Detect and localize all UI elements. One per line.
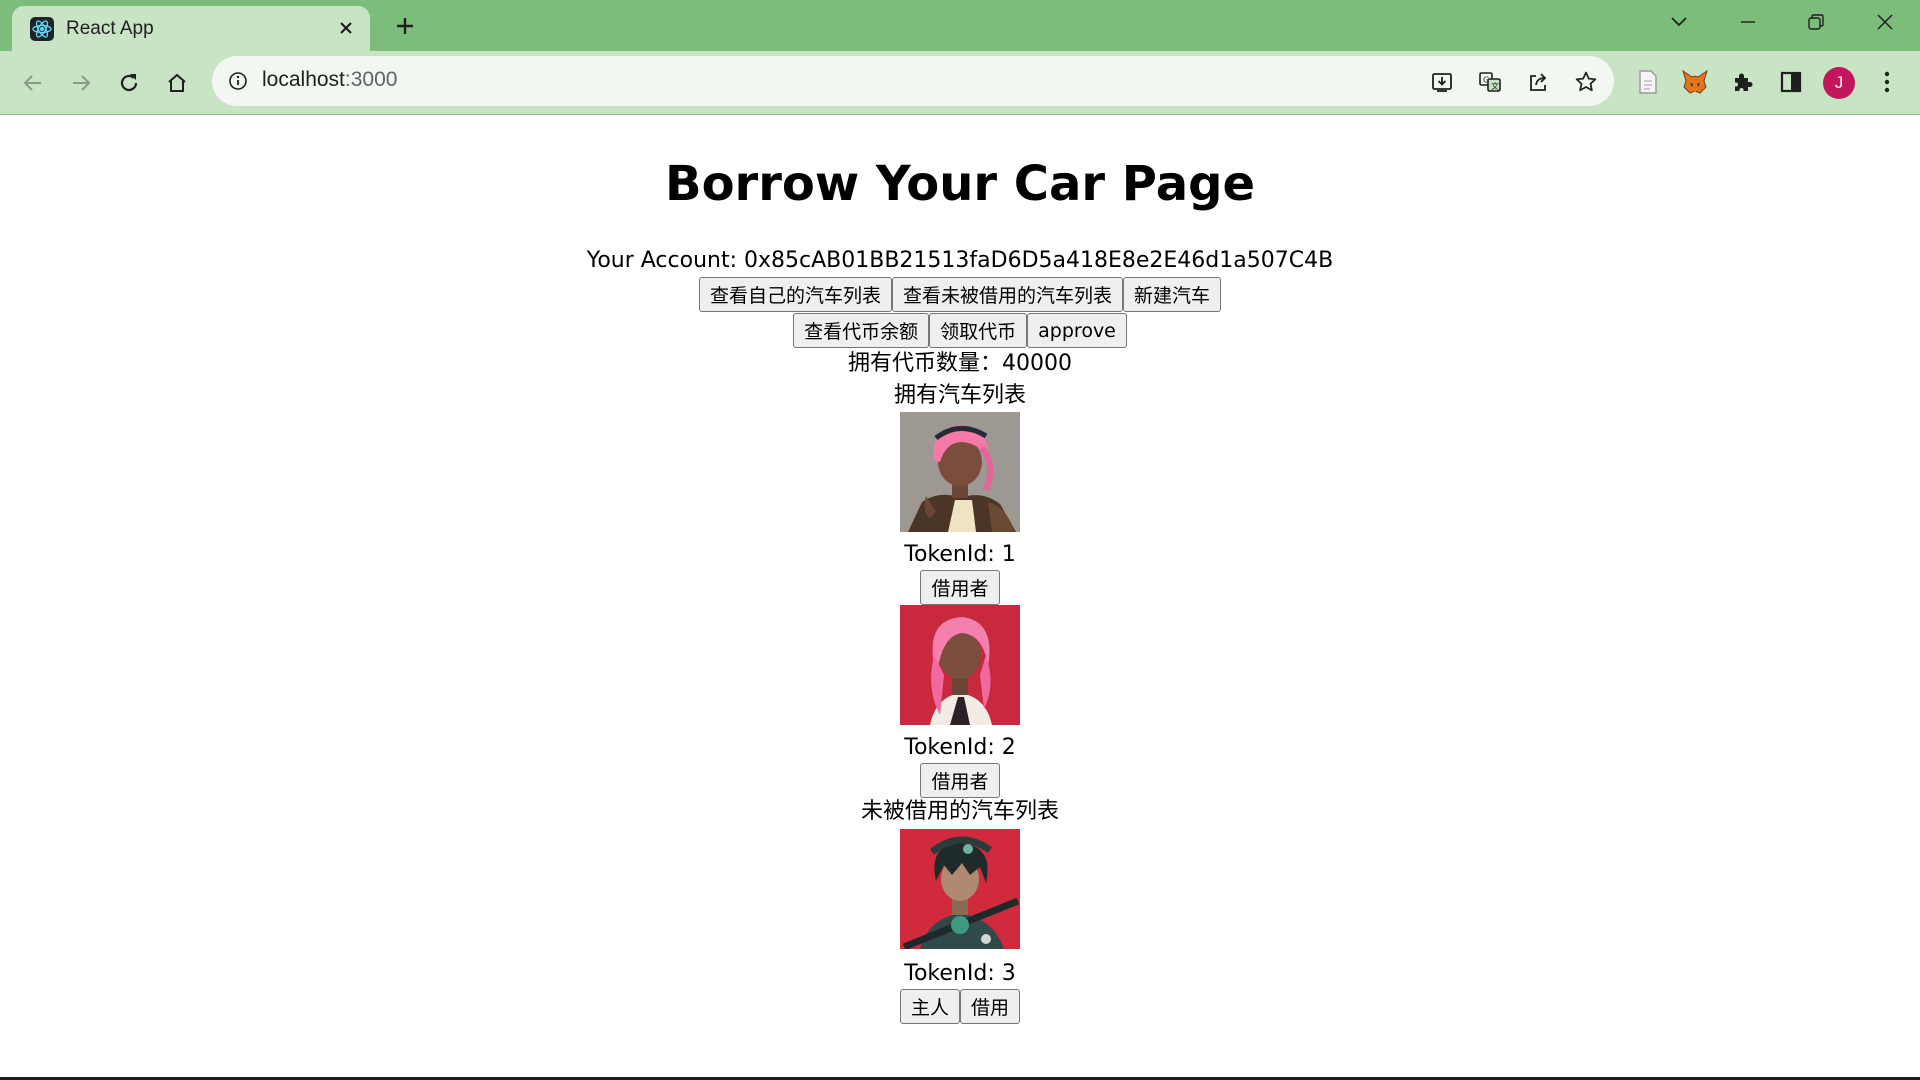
new-car-button[interactable]: 新建汽车: [1123, 277, 1222, 312]
view-my-cars-button[interactable]: 查看自己的汽车列表: [698, 277, 892, 312]
profile-avatar[interactable]: J: [1823, 67, 1855, 99]
car-image-2: [900, 605, 1020, 725]
kebab-menu-icon[interactable]: [1871, 66, 1903, 98]
page-content: Borrow Your Car Page Your Account: 0x85c…: [0, 116, 1920, 1078]
car-3-owner-button[interactable]: 主人: [899, 989, 960, 1024]
tab-search-chevron-icon[interactable]: [1654, 6, 1704, 38]
bookmark-star-icon[interactable]: [1572, 68, 1600, 96]
car-2-actions: 借用者: [0, 763, 1920, 798]
close-tab-icon[interactable]: [332, 14, 360, 42]
page-title: Borrow Your Car Page: [664, 156, 1255, 212]
browser-tab[interactable]: React App: [12, 6, 370, 51]
new-tab-plus-icon[interactable]: [389, 10, 421, 42]
car-1-borrower-button[interactable]: 借用者: [920, 570, 1000, 605]
car-2-token-id: TokenId: 2: [904, 735, 1016, 760]
url-host: localhost: [262, 68, 345, 91]
close-window-icon[interactable]: [1860, 6, 1910, 38]
minimize-icon[interactable]: [1723, 6, 1773, 38]
car-1-actions: 借用者: [0, 570, 1920, 605]
available-cars-title: 未被借用的汽车列表: [860, 799, 1059, 824]
share-icon[interactable]: [1524, 68, 1552, 96]
view-available-cars-button[interactable]: 查看未被借用的汽车列表: [891, 277, 1123, 312]
reload-icon[interactable]: [111, 65, 147, 101]
claim-token-button[interactable]: 领取代币: [929, 313, 1028, 348]
svg-text:文: 文: [1491, 81, 1499, 91]
home-icon[interactable]: [159, 65, 195, 101]
car-image-3: [900, 829, 1020, 949]
car-3-borrow-button[interactable]: 借用: [960, 989, 1021, 1024]
browser-toolbar: localhost:3000 G 文 J: [0, 51, 1920, 115]
button-row-1: 查看自己的汽车列表 查看未被借用的汽车列表 新建汽车: [0, 277, 1920, 312]
car-3-token-id: TokenId: 3: [904, 961, 1016, 986]
token-balance: 拥有代币数量：40000: [848, 351, 1072, 376]
document-extension-icon[interactable]: [1632, 66, 1664, 98]
button-row-2: 查看代币余额 领取代币 approve: [0, 313, 1920, 348]
owned-cars-title: 拥有汽车列表: [893, 383, 1026, 408]
side-panel-icon[interactable]: [1775, 66, 1807, 98]
address-bar[interactable]: localhost:3000 G 文: [212, 56, 1614, 106]
install-app-icon[interactable]: [1428, 68, 1456, 96]
car-1-token-id: TokenId: 1: [904, 542, 1016, 567]
react-favicon-icon: [30, 17, 54, 41]
tab-strip: React App: [0, 0, 1920, 51]
car-image-1: [900, 412, 1020, 532]
account-line: Your Account: 0x85cAB01BB21513faD6D5a418…: [586, 248, 1334, 273]
svg-text:G: G: [1483, 76, 1489, 85]
restore-window-icon[interactable]: [1791, 6, 1841, 38]
extensions-puzzle-icon[interactable]: [1727, 66, 1759, 98]
url-text: localhost:3000: [262, 68, 397, 92]
url-port: :3000: [344, 68, 398, 91]
car-2-borrower-button[interactable]: 借用者: [920, 763, 1000, 798]
metamask-fox-icon[interactable]: [1679, 66, 1711, 98]
approve-button[interactable]: approve: [1027, 313, 1127, 348]
tab-title: React App: [66, 18, 154, 39]
site-info-icon[interactable]: [226, 69, 250, 93]
car-3-actions: 主人 借用: [0, 989, 1920, 1024]
back-arrow-icon[interactable]: [15, 65, 51, 101]
translate-icon[interactable]: G 文: [1476, 68, 1504, 96]
forward-arrow-icon[interactable]: [63, 65, 99, 101]
view-token-balance-button[interactable]: 查看代币余额: [793, 313, 930, 348]
